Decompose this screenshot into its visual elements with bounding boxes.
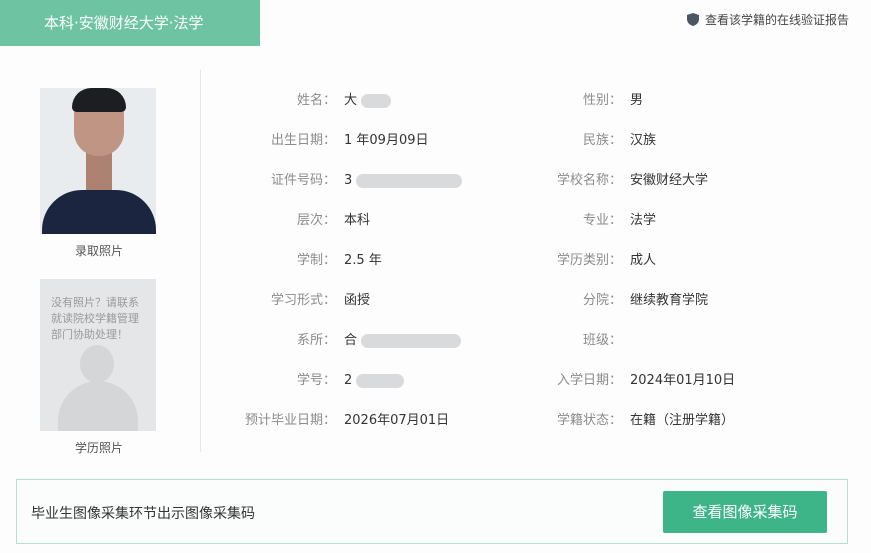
field-duration: 学制： 2.5 年 <box>216 251 382 271</box>
field-label: 学制： <box>296 253 336 268</box>
view-capture-code-button[interactable]: 查看图像采集码 <box>663 491 827 533</box>
field-value: 大 <box>344 93 358 108</box>
admission-photo-caption: 录取照片 <box>74 244 123 258</box>
field-label: 学籍状态： <box>556 413 622 428</box>
field-value: 继续教育学院 <box>630 293 709 308</box>
field-label: 入学日期： <box>556 373 622 388</box>
field-id-number: 证件号码： 3 <box>216 171 463 191</box>
field-label: 证件号码： <box>270 173 336 188</box>
student-record-card: 本科·安徽财经大学·法学 查看该学籍的在线验证报告 录取照片 没有照片？请联系就… <box>0 0 871 553</box>
field-class: 班级： <box>502 331 630 351</box>
field-study-mode: 学习形式： 函授 <box>216 291 370 311</box>
field-branch: 分院： 继续教育学院 <box>502 291 708 311</box>
field-enrollment-status: 学籍状态： 在籍（注册学籍） <box>502 411 734 431</box>
no-photo-hint: 没有照片？请联系就读院校学籍管理部门协助处理！ <box>51 296 139 341</box>
field-value: 本科 <box>344 213 371 228</box>
record-tab[interactable]: 本科·安徽财经大学·法学 <box>0 0 260 46</box>
field-school-name: 学校名称： 安徽财经大学 <box>502 171 708 191</box>
field-value: 2026年07月01日 <box>344 413 450 428</box>
field-value: 男 <box>630 93 644 108</box>
field-label: 分院： <box>582 293 622 308</box>
field-label: 民族： <box>582 133 622 148</box>
field-major: 专业： 法学 <box>502 211 656 231</box>
verify-report-label: 查看该学籍的在线验证报告 <box>704 13 849 27</box>
record-tab-title: 本科·安徽财经大学·法学 <box>44 14 204 32</box>
field-student-id: 学号： 2 <box>216 371 405 391</box>
field-value: 2.5 年 <box>344 253 382 268</box>
field-enrollment-date: 入学日期： 2024年01月10日 <box>502 371 735 391</box>
photo-column: 录取照片 没有照片？请联系就读院校学籍管理部门协助处理！ 学历照片 <box>40 88 158 456</box>
image-capture-panel: 毕业生图像采集环节出示图像采集码 查看图像采集码 <box>16 479 848 544</box>
field-label: 专业： <box>582 213 622 228</box>
field-level: 层次： 本科 <box>216 211 370 231</box>
field-label: 学校名称： <box>556 173 622 188</box>
shield-icon <box>686 13 699 26</box>
field-value: 成人 <box>630 253 657 268</box>
field-label: 姓名： <box>296 93 336 108</box>
field-birth-date: 出生日期： 1 年09月09日 <box>216 131 429 151</box>
field-label: 层次： <box>296 213 336 228</box>
field-value: 1 年09月09日 <box>344 133 429 148</box>
field-gender: 性别： 男 <box>502 91 643 111</box>
field-label: 预计毕业日期： <box>244 413 336 428</box>
column-divider <box>200 70 201 452</box>
field-label: 学历类别： <box>556 253 622 268</box>
field-department: 系所： 合 <box>216 331 462 351</box>
field-label: 出生日期： <box>270 133 336 148</box>
degree-photo-caption: 学历照片 <box>74 441 123 455</box>
avatar-silhouette-icon <box>80 345 114 383</box>
field-label: 学习形式： <box>270 293 336 308</box>
field-label: 性别： <box>582 93 622 108</box>
field-expected-graduation: 预计毕业日期： 2026年07月01日 <box>216 411 449 431</box>
field-value: 2024年01月10日 <box>630 373 736 388</box>
field-label: 学号： <box>296 373 336 388</box>
image-capture-message: 毕业生图像采集环节出示图像采集码 <box>31 506 255 522</box>
field-ethnicity: 民族： 汉族 <box>502 131 656 151</box>
admission-photo <box>40 88 156 234</box>
field-value: 3 <box>344 173 353 188</box>
field-value: 法学 <box>630 213 657 228</box>
verify-report-link[interactable]: 查看该学籍的在线验证报告 <box>686 11 849 28</box>
field-value: 安徽财经大学 <box>630 173 709 188</box>
field-value: 汉族 <box>630 133 657 148</box>
field-label: 系所： <box>296 333 336 348</box>
field-value: 合 <box>344 333 358 348</box>
field-name: 姓名： 大 <box>216 91 392 111</box>
field-education-type: 学历类别： 成人 <box>502 251 656 271</box>
field-label: 班级： <box>582 333 622 348</box>
field-value: 函授 <box>344 293 371 308</box>
field-value: 在籍（注册学籍） <box>630 413 735 428</box>
field-value: 2 <box>344 373 353 388</box>
degree-photo-placeholder: 没有照片？请联系就读院校学籍管理部门协助处理！ <box>40 279 156 431</box>
